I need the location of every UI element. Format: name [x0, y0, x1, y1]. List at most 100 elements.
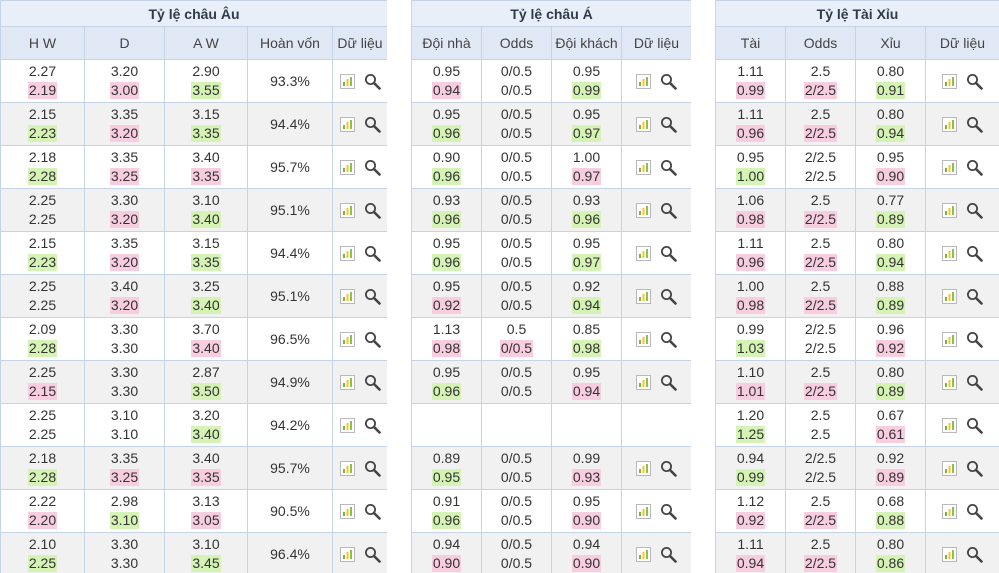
search-icon[interactable]	[364, 245, 381, 262]
handicap-line-initial: 0/0.5	[500, 450, 533, 466]
bar-chart-icon[interactable]	[942, 503, 957, 519]
table-row: 2.15 2.23 3.35 3.20 3.15 3.35 94.4%	[0, 102, 387, 146]
bar-chart-icon[interactable]	[636, 116, 652, 132]
search-icon[interactable]	[966, 159, 983, 176]
bar-chart-icon[interactable]	[942, 331, 957, 347]
data-actions-cell	[620, 59, 691, 103]
handicap-line-live: 0/0.5	[500, 555, 533, 571]
payout-cell: 94.9%	[247, 360, 333, 404]
bar-chart-icon[interactable]	[339, 417, 355, 433]
bar-chart-icon[interactable]	[339, 73, 355, 89]
search-icon[interactable]	[966, 374, 983, 391]
bar-chart-icon[interactable]	[339, 331, 355, 347]
payout-value: 96.5%	[270, 331, 310, 347]
bar-chart-icon[interactable]	[339, 503, 355, 519]
search-icon[interactable]	[364, 288, 381, 305]
search-icon[interactable]	[364, 116, 381, 133]
search-icon[interactable]	[660, 202, 677, 219]
under-odds-initial: 0.80	[876, 364, 905, 380]
search-icon[interactable]	[660, 460, 677, 477]
search-icon[interactable]	[364, 460, 381, 477]
bar-chart-icon[interactable]	[636, 202, 652, 218]
search-icon[interactable]	[364, 73, 381, 90]
bar-chart-icon[interactable]	[339, 116, 355, 132]
search-icon[interactable]	[364, 374, 381, 391]
table-row: 1.13 0.98 0.5 0/0.5 0.85 0.98	[411, 317, 691, 361]
bar-chart-icon[interactable]	[636, 331, 652, 347]
bar-chart-icon[interactable]	[636, 503, 652, 519]
bar-chart-icon[interactable]	[942, 73, 957, 89]
bar-chart-icon[interactable]	[942, 417, 957, 433]
search-icon[interactable]	[364, 331, 381, 348]
table-row: 0.95 0.96 0/0.5 0/0.5 0.95 0.97	[411, 231, 691, 275]
bar-chart-icon[interactable]	[942, 546, 957, 562]
search-icon[interactable]	[364, 417, 381, 434]
bar-chart-icon[interactable]	[636, 159, 652, 175]
table-row: 0.94 0.99 2/2.5 2/2.5 0.92 0.89	[715, 446, 999, 490]
bar-chart-icon[interactable]	[636, 546, 652, 562]
data-actions-cell	[924, 102, 999, 146]
bar-chart-icon[interactable]	[942, 288, 957, 304]
search-icon[interactable]	[364, 546, 381, 563]
search-icon[interactable]	[966, 460, 983, 477]
bar-chart-icon[interactable]	[636, 245, 652, 261]
bar-chart-icon[interactable]	[339, 288, 355, 304]
search-icon[interactable]	[660, 288, 677, 305]
bar-chart-icon[interactable]	[942, 374, 957, 390]
table-row: 0.90 0.96 0/0.5 0/0.5 1.00 0.97	[411, 145, 691, 189]
search-icon[interactable]	[660, 374, 677, 391]
total-line-initial: 2/2.5	[804, 321, 837, 337]
search-icon[interactable]	[966, 288, 983, 305]
search-icon[interactable]	[660, 503, 677, 520]
search-icon[interactable]	[966, 546, 983, 563]
bar-chart-icon[interactable]	[339, 460, 355, 476]
bar-chart-icon[interactable]	[339, 159, 355, 175]
search-icon[interactable]	[966, 116, 983, 133]
search-icon[interactable]	[364, 503, 381, 520]
payout-value: 94.4%	[270, 245, 310, 261]
away-win-odds-live: 3.40	[191, 426, 221, 443]
home-win-odds-live: 2.15	[27, 383, 58, 400]
search-icon[interactable]	[364, 202, 381, 219]
bar-chart-icon[interactable]	[339, 374, 355, 390]
bar-chart-icon[interactable]	[942, 202, 957, 218]
bar-chart-icon[interactable]	[339, 202, 355, 218]
away-win-odds-live: 3.35	[191, 469, 221, 486]
search-icon[interactable]	[660, 546, 677, 563]
data-actions-cell	[332, 489, 387, 533]
empty-cell	[551, 403, 622, 447]
bar-chart-icon[interactable]	[942, 116, 957, 132]
search-icon[interactable]	[660, 245, 677, 262]
search-icon[interactable]	[660, 116, 677, 133]
under-odds-cell: 0.80 0.89	[855, 360, 926, 404]
total-line-live: 2/2.5	[803, 82, 838, 99]
home-win-odds-live: 2.28	[27, 168, 58, 185]
search-icon[interactable]	[660, 331, 677, 348]
bar-chart-icon[interactable]	[636, 288, 652, 304]
search-icon[interactable]	[966, 331, 983, 348]
bar-chart-icon[interactable]	[636, 374, 652, 390]
data-actions-cell	[924, 188, 999, 232]
bar-chart-icon[interactable]	[339, 245, 355, 261]
payout-cell: 95.1%	[247, 274, 333, 318]
home-team-odds-initial: 0.95	[432, 235, 461, 251]
bar-chart-icon[interactable]	[942, 245, 957, 261]
search-icon[interactable]	[966, 417, 983, 434]
search-icon[interactable]	[966, 73, 983, 90]
total-line-cell: 2/2.5 2/2.5	[785, 145, 856, 189]
search-icon[interactable]	[966, 503, 983, 520]
bar-chart-icon[interactable]	[339, 546, 355, 562]
total-line-live: 2/2.5	[803, 254, 838, 271]
home-team-odds-live: 0.95	[431, 469, 462, 486]
table-row: 2.22 2.20 2.98 3.10 3.13 3.05 90.5%	[0, 489, 387, 533]
bar-chart-icon[interactable]	[636, 73, 652, 89]
search-icon[interactable]	[660, 73, 677, 90]
bar-chart-icon[interactable]	[942, 460, 957, 476]
search-icon[interactable]	[364, 159, 381, 176]
bar-chart-icon[interactable]	[942, 159, 957, 175]
bar-chart-icon[interactable]	[636, 460, 652, 476]
search-icon[interactable]	[660, 159, 677, 176]
search-icon[interactable]	[966, 245, 983, 262]
search-icon[interactable]	[966, 202, 983, 219]
away-win-odds-cell: 3.13 3.05	[164, 489, 248, 533]
